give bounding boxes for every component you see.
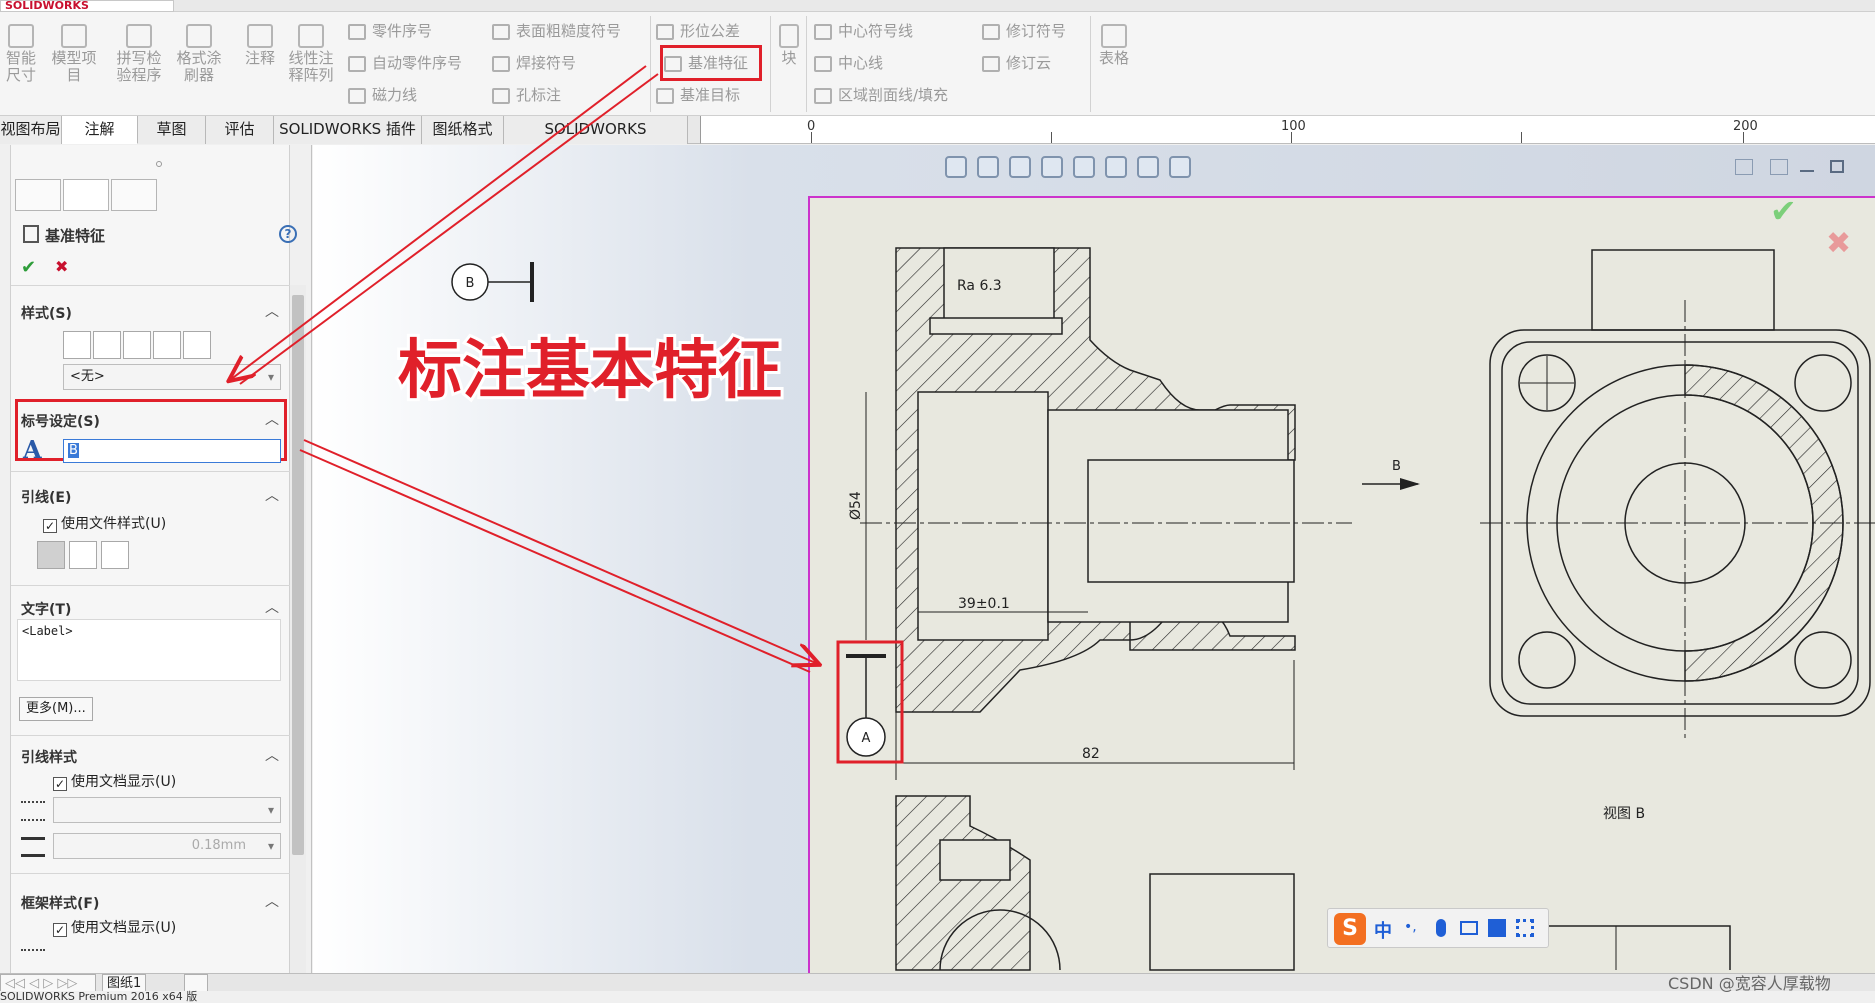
diameter-dimension: Ø54 [848,491,864,520]
length-dimension: 39±0.1 [958,596,1010,612]
end-view[interactable] [1480,249,1875,740]
view-b-label: 视图 B [1603,806,1645,822]
datum-a-symbol[interactable]: A [846,654,886,757]
drawing-overlay: B 标注基本特征 Ra 6.3 Ø54 39±0.1 82 A B 视图 B [0,65,1875,971]
ime-punctuation[interactable]: •, [1404,919,1417,935]
status-text: SOLIDWORKS Premium 2016 x64 版 [0,990,198,1003]
roughness-label: Ra 6.3 [957,278,1002,294]
status-bar: SOLIDWORKS Premium 2016 x64 版 [0,991,1875,1003]
watermark: CSDN @宽容人厚载物 [1668,974,1831,993]
toolbox-icon[interactable] [1516,919,1534,937]
ime-toolbar[interactable]: S 中 •, [1327,908,1549,948]
svg-text:B: B [1392,459,1401,474]
svg-text:A: A [862,731,871,746]
guide-arrow [303,439,818,664]
keyboard-icon[interactable] [1460,921,1478,935]
sheet-tab-strip: ◁◁ ◁ ▷ ▷▷ 图纸1 [0,973,1875,992]
overall-dimension: 82 [1082,746,1100,762]
view-arrow-b[interactable]: B [1362,459,1420,490]
ime-mode[interactable]: 中 [1374,917,1392,943]
lower-view[interactable] [895,795,1731,971]
skin-icon[interactable] [1488,919,1506,937]
datum-b-symbol[interactable]: B [451,262,534,302]
guide-arrow [299,449,811,673]
svg-text:B: B [466,276,475,291]
microphone-icon[interactable] [1436,919,1446,937]
section-view[interactable] [860,247,1352,780]
annotation-headline: 标注基本特征 [398,334,782,408]
guide-arrow [230,65,647,380]
sogou-logo-icon: S [1334,913,1366,945]
